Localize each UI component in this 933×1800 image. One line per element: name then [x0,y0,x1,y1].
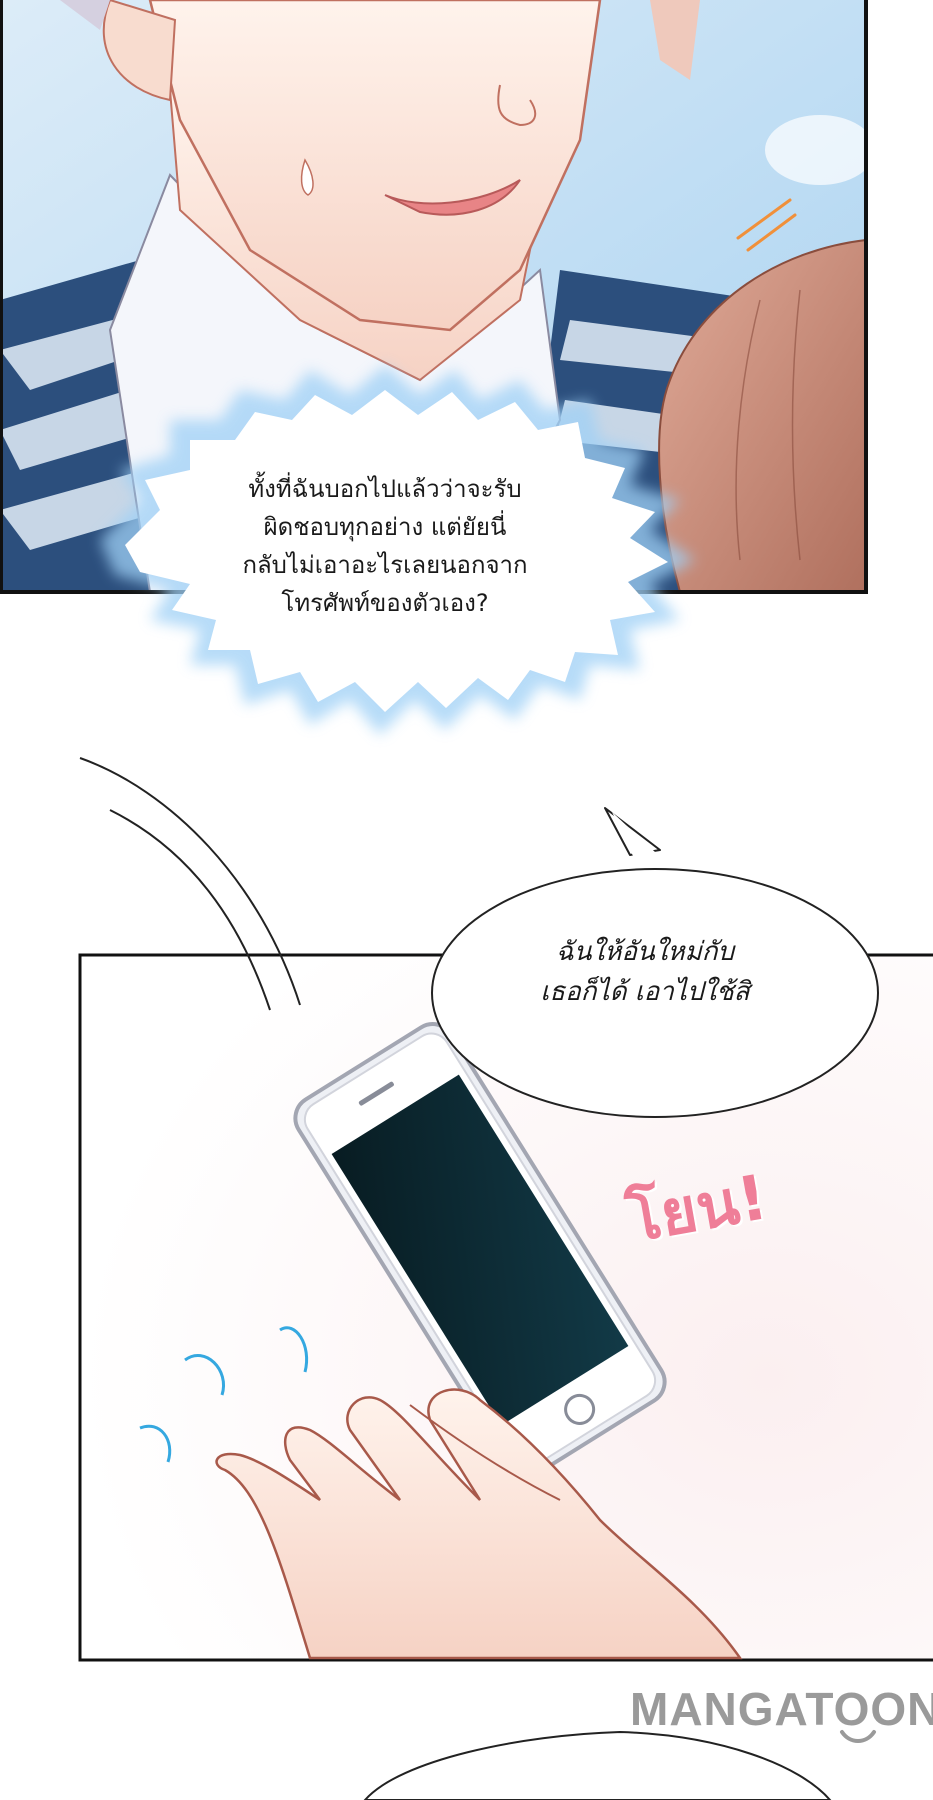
burst-line: กลับไม่เอาอะไรเลยนอกจาก [242,551,528,579]
comic-page-art [0,0,933,1800]
watermark-logo: MANGATOON [630,1683,933,1735]
burst-line: โทรศัพท์ของตัวเอง? [281,589,489,617]
speech-bubble-text: ฉันให้อันใหม่กับ เธอก็ได้ เอาไปใช้สิ [480,932,810,1012]
burst-line: ทั้งที่ฉันบอกไปแล้วว่าจะรับ [248,475,522,503]
next-speech-bubble [363,1730,832,1800]
bottom-panel [78,757,933,1662]
speech-line: เธอก็ได้ เอาไปใช้สิ [540,977,750,1007]
speech-line: ฉันให้อันใหม่กับ [556,937,734,967]
watermark-smile-icon [840,1730,876,1743]
burst-bubble-text: ทั้งที่ฉันบอกไปแล้วว่าจะรับ ผิดชอบทุกอย่… [200,470,570,622]
burst-line: ผิดชอบทุกอย่าง แต่ยัยนี่ [263,513,507,541]
